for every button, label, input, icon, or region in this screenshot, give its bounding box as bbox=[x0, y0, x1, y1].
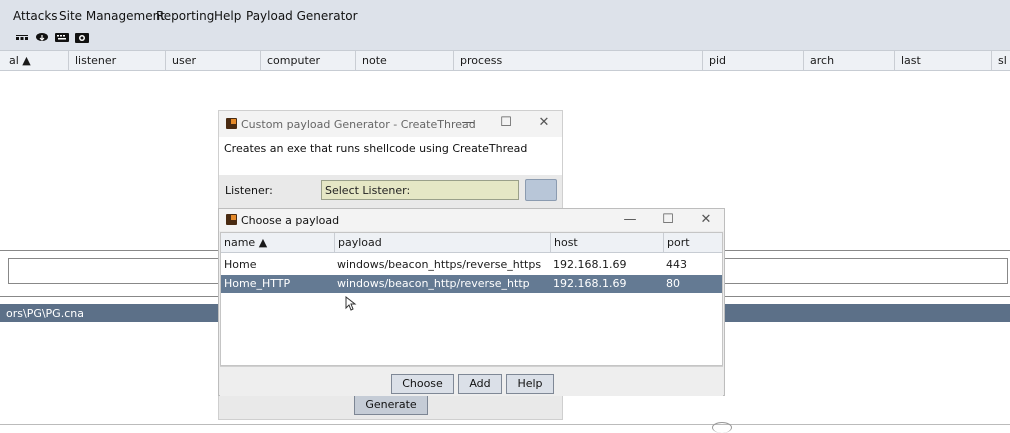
cloud-download-icon[interactable] bbox=[35, 31, 49, 43]
col-process[interactable]: process bbox=[453, 51, 702, 70]
mouse-cursor-icon bbox=[345, 295, 357, 312]
row-name: Home bbox=[224, 258, 257, 271]
keyboard-icon[interactable] bbox=[55, 31, 69, 43]
bottom-divider bbox=[0, 424, 1010, 425]
table-row[interactable]: Home windows/beacon_https/reverse_https … bbox=[221, 256, 722, 274]
dialog-button-bar: Choose Add Help bbox=[220, 366, 723, 396]
console-tab-path: ors\PG\PG.cna bbox=[6, 307, 84, 320]
row-port: 443 bbox=[666, 258, 687, 271]
menu-site-management[interactable]: Site Management bbox=[59, 9, 165, 23]
col-name[interactable]: name ▲ bbox=[221, 233, 334, 252]
generator-title: Custom payload Generator - CreateThread bbox=[241, 118, 476, 131]
col-listener[interactable]: listener bbox=[68, 51, 165, 70]
choose-button[interactable]: Choose bbox=[391, 374, 454, 394]
connections-icon[interactable] bbox=[15, 31, 29, 43]
app-icon bbox=[226, 118, 237, 129]
minimize-icon[interactable]: — bbox=[621, 212, 639, 228]
col-host[interactable]: host bbox=[550, 233, 663, 252]
add-button[interactable]: Add bbox=[458, 374, 502, 394]
row-name: Home_HTTP bbox=[224, 277, 291, 290]
row-host: 192.168.1.69 bbox=[553, 258, 627, 271]
col-computer[interactable]: computer bbox=[260, 51, 355, 70]
help-button[interactable]: Help bbox=[506, 374, 554, 394]
col-note[interactable]: note bbox=[355, 51, 453, 70]
minimize-icon[interactable]: — bbox=[459, 115, 477, 131]
partial-circle-icon bbox=[712, 422, 732, 433]
col-sort-header[interactable]: al ▲ bbox=[0, 51, 68, 70]
close-icon[interactable]: ✕ bbox=[697, 212, 715, 228]
col-last[interactable]: last bbox=[894, 51, 991, 70]
col-sleep[interactable]: sl bbox=[991, 51, 1010, 70]
toolbar bbox=[0, 29, 1010, 50]
generator-description: Creates an exe that runs shellcode using… bbox=[224, 142, 528, 155]
col-pid[interactable]: pid bbox=[702, 51, 803, 70]
choose-payload-titlebar[interactable]: Choose a payload — ☐ ✕ bbox=[219, 209, 724, 231]
generate-button[interactable]: Generate bbox=[354, 395, 428, 415]
close-icon[interactable]: ✕ bbox=[535, 115, 553, 131]
table-row-selected[interactable]: Home_HTTP windows/beacon_http/reverse_ht… bbox=[221, 275, 722, 293]
payload-table: name ▲ payload host port Home windows/be… bbox=[220, 232, 723, 366]
menu-attacks[interactable]: Attacks bbox=[13, 9, 58, 23]
listener-label: Listener: bbox=[225, 184, 273, 197]
select-listener-button[interactable] bbox=[525, 179, 557, 201]
row-payload: windows/beacon_http/reverse_http bbox=[337, 277, 530, 290]
menu-bar: Attacks Site Management Reporting Help P… bbox=[0, 0, 1010, 29]
menu-reporting[interactable]: Reporting bbox=[156, 9, 214, 23]
col-port[interactable]: port bbox=[663, 233, 722, 252]
col-user[interactable]: user bbox=[165, 51, 260, 70]
listener-field[interactable]: Select Listener: bbox=[321, 180, 519, 200]
payload-table-header: name ▲ payload host port bbox=[221, 233, 722, 253]
col-arch[interactable]: arch bbox=[803, 51, 894, 70]
choose-payload-title: Choose a payload bbox=[241, 214, 340, 227]
beacon-table-header: al ▲ listener user computer note process… bbox=[0, 50, 1010, 71]
maximize-icon[interactable]: ☐ bbox=[659, 212, 677, 228]
menu-help[interactable]: Help bbox=[214, 9, 241, 23]
row-port: 80 bbox=[666, 277, 680, 290]
col-payload[interactable]: payload bbox=[334, 233, 550, 252]
listener-value: Select Listener: bbox=[325, 184, 411, 197]
screenshot-camera-icon[interactable] bbox=[75, 31, 89, 43]
maximize-icon[interactable]: ☐ bbox=[497, 115, 515, 131]
row-payload: windows/beacon_https/reverse_https bbox=[337, 258, 542, 271]
row-host: 192.168.1.69 bbox=[553, 277, 627, 290]
menu-payload-generator[interactable]: Payload Generator bbox=[246, 9, 358, 23]
generator-titlebar[interactable]: Custom payload Generator - CreateThread … bbox=[219, 111, 562, 137]
app-icon bbox=[226, 214, 237, 225]
choose-payload-dialog: Choose a payload — ☐ ✕ name ▲ payload ho… bbox=[218, 208, 725, 396]
